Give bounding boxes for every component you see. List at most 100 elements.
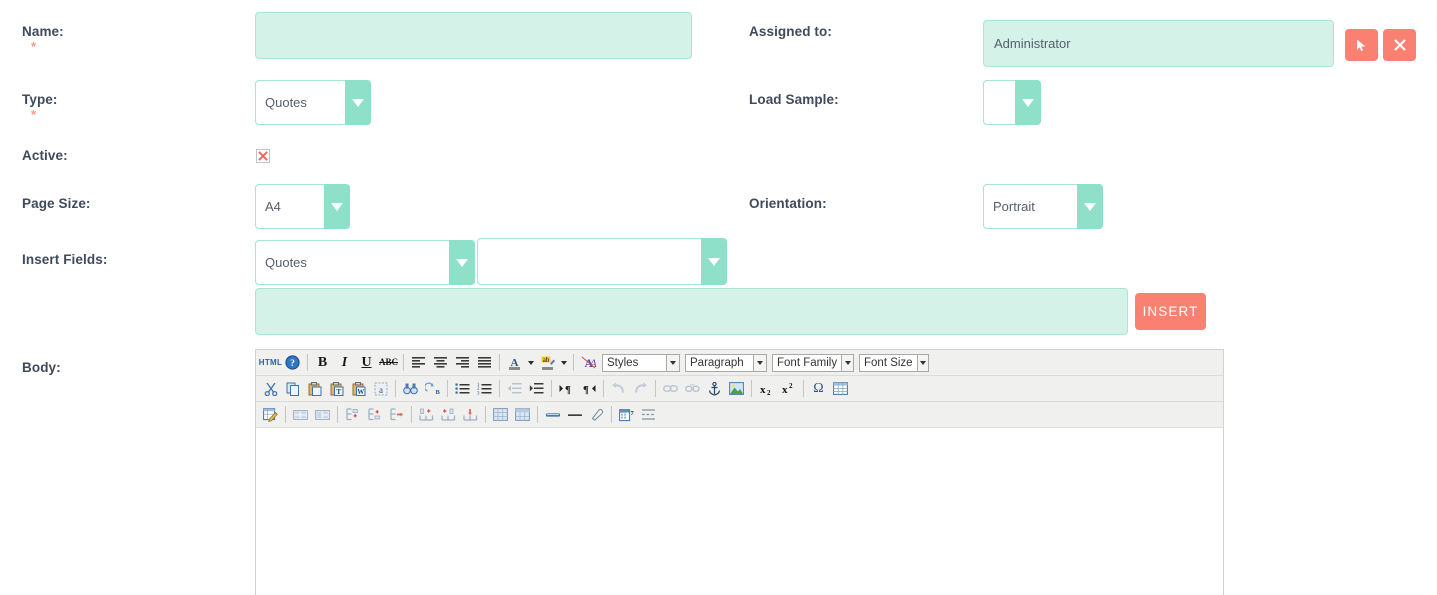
type-select[interactable]: Quotes — [255, 80, 371, 125]
italic-button[interactable]: I — [334, 352, 355, 373]
insert-row-before-button[interactable] — [342, 404, 363, 425]
insert-date-button[interactable]: 7 — [616, 404, 637, 425]
font-family-select[interactable]: Font Family — [772, 354, 854, 372]
active-checkbox[interactable] — [256, 149, 270, 163]
merge-cells-button[interactable] — [290, 404, 311, 425]
page-size-select[interactable]: A4 — [255, 184, 350, 229]
row-properties-button[interactable] — [512, 404, 533, 425]
replace-button[interactable]: B — [422, 378, 443, 399]
insert-button[interactable]: INSERT — [1135, 293, 1206, 330]
insert-fields-label: Insert Fields: — [22, 252, 107, 267]
insert-image-button[interactable] — [726, 378, 747, 399]
bulleted-list-button[interactable] — [452, 378, 473, 399]
paragraph-format-select-arrow[interactable] — [753, 355, 766, 371]
insert-fields-field-arrow-button[interactable] — [701, 238, 727, 285]
source-html-button[interactable]: HTML — [260, 352, 281, 373]
separator — [655, 380, 656, 397]
special-character-button[interactable]: Ω — [808, 378, 829, 399]
assigned-to-input[interactable]: Administrator — [983, 20, 1334, 67]
remove-format-icon: A A — [580, 355, 597, 370]
bold-button[interactable]: B — [312, 352, 333, 373]
font-size-select[interactable]: Font Size — [859, 354, 929, 372]
line-button[interactable] — [564, 404, 585, 425]
find-button[interactable] — [400, 378, 421, 399]
paste-from-word-button[interactable]: W — [348, 378, 369, 399]
underline-button[interactable]: U — [356, 352, 377, 373]
cell-properties-button[interactable] — [490, 404, 511, 425]
anchor-button[interactable] — [704, 378, 725, 399]
page-break-button[interactable] — [638, 404, 659, 425]
ltr-direction-button[interactable]: ¶ — [556, 378, 577, 399]
strikethrough-button[interactable]: ABC — [378, 352, 399, 373]
undo-button[interactable] — [608, 378, 629, 399]
insert-table-button[interactable] — [830, 378, 851, 399]
align-left-button[interactable] — [408, 352, 429, 373]
insert-fields-field-value — [477, 238, 701, 285]
font-family-select-arrow[interactable] — [841, 355, 853, 371]
name-input[interactable] — [255, 12, 692, 59]
insert-row-after-button[interactable] — [364, 404, 385, 425]
superscript-button[interactable]: x 2 — [778, 378, 799, 399]
styles-select-arrow[interactable] — [666, 355, 679, 371]
select-all-button[interactable]: a — [370, 378, 391, 399]
eraser-button[interactable] — [586, 404, 607, 425]
body-editing-area[interactable] — [256, 428, 1223, 595]
insert-fields-module-arrow-button[interactable] — [449, 240, 475, 285]
insert-fields-field-select[interactable] — [477, 238, 727, 285]
clear-user-button[interactable] — [1383, 29, 1416, 61]
paste-button[interactable] — [304, 378, 325, 399]
orientation-select[interactable]: Portrait — [983, 184, 1103, 229]
separator — [573, 354, 574, 371]
align-justify-button[interactable] — [474, 352, 495, 373]
delete-row-button[interactable] — [386, 404, 407, 425]
omega-icon: Ω — [813, 382, 823, 396]
cut-button[interactable] — [260, 378, 281, 399]
increase-indent-button[interactable] — [526, 378, 547, 399]
insert-column-before-button[interactable] — [416, 404, 437, 425]
type-select-arrow-button[interactable] — [345, 80, 371, 125]
highlight-color-button[interactable]: ab — [537, 352, 558, 373]
row-delete-icon — [389, 408, 404, 421]
copy-button[interactable] — [282, 378, 303, 399]
font-size-select-label: Font Size — [860, 357, 917, 369]
orientation-select-arrow-button[interactable] — [1077, 184, 1103, 229]
load-sample-select-arrow-button[interactable] — [1015, 80, 1041, 125]
svg-text:2: 2 — [789, 382, 793, 390]
remove-format-button[interactable]: A A — [578, 352, 599, 373]
page-size-select-arrow-button[interactable] — [324, 184, 350, 229]
page-size-select-value: A4 — [255, 184, 324, 229]
bold-icon: B — [318, 356, 327, 370]
insert-link-button[interactable] — [660, 378, 681, 399]
separator — [337, 406, 338, 423]
insert-column-after-button[interactable] — [438, 404, 459, 425]
load-sample-select[interactable] — [983, 80, 1041, 125]
numbered-list-button[interactable]: 123 — [474, 378, 495, 399]
decrease-indent-button[interactable] — [504, 378, 525, 399]
align-right-button[interactable] — [452, 352, 473, 373]
unlink-button[interactable] — [682, 378, 703, 399]
rtl-direction-button[interactable]: ¶ — [578, 378, 599, 399]
highlight-color-dropdown[interactable] — [559, 352, 569, 373]
subscript-button[interactable]: x 2 — [756, 378, 777, 399]
separator — [751, 380, 752, 397]
redo-button[interactable] — [630, 378, 651, 399]
styles-select[interactable]: Styles — [602, 354, 680, 372]
insert-fields-module-select[interactable]: Quotes — [255, 240, 475, 285]
help-button[interactable]: ? — [282, 352, 303, 373]
font-color-dropdown[interactable] — [526, 352, 536, 373]
paragraph-format-select[interactable]: Paragraph — [685, 354, 767, 372]
paste-as-text-button[interactable]: T — [326, 378, 347, 399]
split-cells-button[interactable] — [312, 404, 333, 425]
separator — [411, 406, 412, 423]
load-sample-select-value — [983, 80, 1015, 125]
delete-column-button[interactable] — [460, 404, 481, 425]
insert-fields-merge-input[interactable] — [255, 288, 1128, 335]
horizontal-rule-button[interactable] — [542, 404, 563, 425]
orientation-label: Orientation: — [749, 196, 827, 211]
align-center-button[interactable] — [430, 352, 451, 373]
font-family-select-label: Font Family — [773, 357, 841, 369]
table-properties-button[interactable] — [260, 404, 281, 425]
font-color-button[interactable]: A — [504, 352, 525, 373]
select-user-button[interactable] — [1345, 29, 1378, 61]
font-size-select-arrow[interactable] — [917, 355, 928, 371]
